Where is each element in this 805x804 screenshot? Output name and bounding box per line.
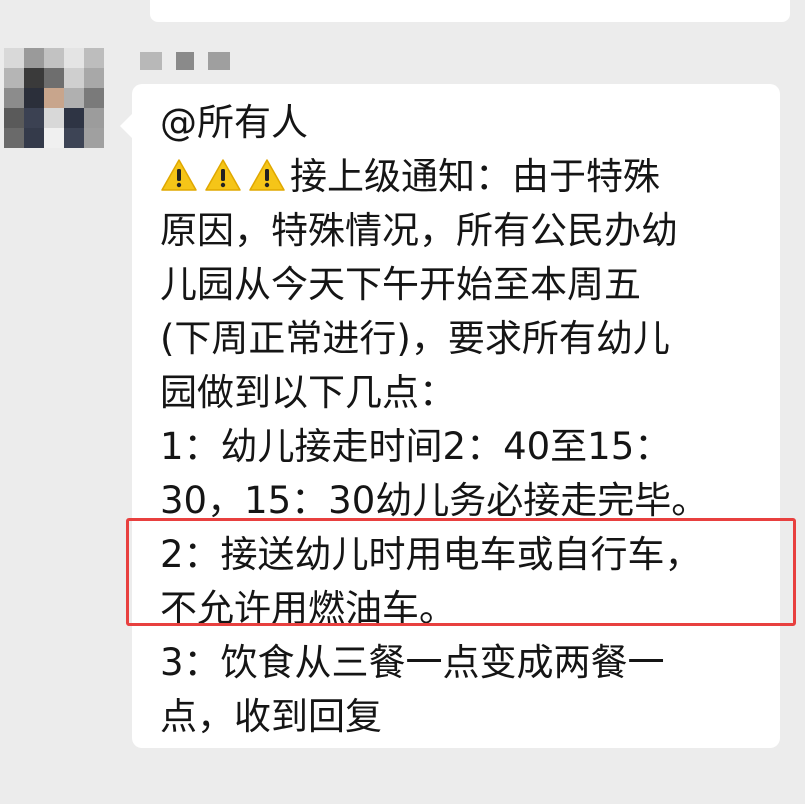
message-line-2: 原因，特殊情况，所有公民办幼 bbox=[160, 209, 678, 252]
warning-icons bbox=[160, 150, 292, 204]
message-line-4: (下周正常进行)，要求所有幼儿 bbox=[160, 317, 670, 360]
sender-avatar[interactable] bbox=[4, 48, 104, 148]
message-line-10: 3：饮食从三餐一点变成两餐一 bbox=[160, 641, 665, 684]
message-text-line: 接上级通知：由于特殊 bbox=[290, 155, 660, 198]
mention-line: @所有人 bbox=[160, 101, 308, 144]
message-line-5: 园做到以下几点： bbox=[160, 371, 456, 414]
message-text: @所有人 接上级通知：由于特殊 原因，特殊情况，所有公民办幼 儿园从今天下午开始… bbox=[160, 96, 770, 744]
message-line-11: 点，收到回复 bbox=[160, 695, 382, 738]
previous-message-bubble bbox=[150, 0, 790, 22]
warning-triangle-icon bbox=[204, 158, 242, 192]
message-line-1: 接上级通知：由于特殊 bbox=[160, 150, 770, 204]
message-line-3: 儿园从今天下午开始至本周五 bbox=[160, 263, 641, 306]
sender-name-blurred bbox=[140, 52, 230, 70]
warning-triangle-icon bbox=[248, 158, 286, 192]
message-line-6: 1：幼儿接走时间2：40至15： bbox=[160, 425, 672, 468]
red-highlight-box bbox=[126, 518, 796, 626]
warning-triangle-icon bbox=[160, 158, 198, 192]
